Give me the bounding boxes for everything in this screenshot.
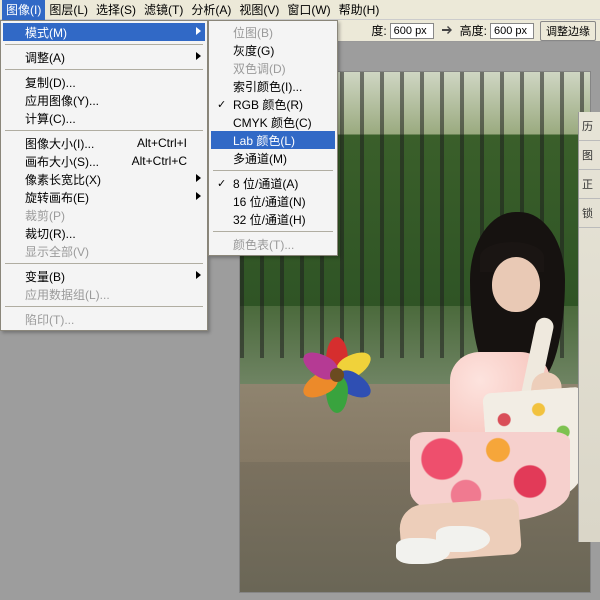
menu-item-label: 双色调(D) [233,60,286,77]
photo-pinwheel [298,336,376,414]
menu-item-variables[interactable]: 变量(B) [3,267,205,285]
menu-item-label: 显示全部(V) [25,243,89,260]
menu-item-mode[interactable]: 模式(M) [3,23,205,41]
mode-item-bitmap: 位图(B) [211,23,335,41]
mode-item-8bit[interactable]: ✓ 8 位/通道(A) [211,174,335,192]
menu-item-trap: 陷印(T)... [3,310,205,328]
mode-item-multichannel[interactable]: 多通道(M) [211,149,335,167]
menu-item-label: 裁剪(P) [25,207,65,224]
mode-item-duotone: 双色调(D) [211,59,335,77]
menu-item-label: 位图(B) [233,24,273,41]
menu-item-label: 调整(A) [25,49,65,66]
menu-separator [5,130,203,131]
mode-item-grayscale[interactable]: 灰度(G) [211,41,335,59]
image-menu: 模式(M) 调整(A) 复制(D)... 应用图像(Y)... 计算(C)...… [0,20,208,331]
menu-item-rotate-canvas[interactable]: 旋转画布(E) [3,188,205,206]
menu-item-label: 多通道(M) [233,150,287,167]
menu-item-label: 8 位/通道(A) [233,175,298,192]
submenu-arrow-icon [196,174,201,182]
side-panels: 历 图 正 锁 [578,112,600,542]
menu-item-label: 颜色表(T)... [233,236,294,253]
menu-separator [5,263,203,264]
panel-layers[interactable]: 图 [579,141,600,170]
refine-edge-button[interactable]: 调整边缘 [540,21,596,41]
menu-help[interactable]: 帮助(H) [335,0,384,20]
panel-normal[interactable]: 正 [579,170,600,199]
menu-item-label: 像素长宽比(X) [25,171,101,188]
menu-item-image-size[interactable]: 图像大小(I)... Alt+Ctrl+I [3,134,205,152]
menu-item-calculations[interactable]: 计算(C)... [3,109,205,127]
mode-item-lab[interactable]: Lab 颜色(L) [211,131,335,149]
mode-submenu: 位图(B) 灰度(G) 双色调(D) 索引颜色(I)... ✓ RGB 颜色(R… [208,20,338,256]
menu-window[interactable]: 窗口(W) [283,0,334,20]
menu-separator [213,170,333,171]
submenu-arrow-icon [196,192,201,200]
menu-select[interactable]: 选择(S) [92,0,140,20]
menu-item-pixel-ratio[interactable]: 像素长宽比(X) [3,170,205,188]
menu-item-label: 旋转画布(E) [25,189,89,206]
photo-subject [380,202,580,562]
check-icon: ✓ [217,177,226,190]
panel-history[interactable]: 历 [579,112,600,141]
mode-item-16bit[interactable]: 16 位/通道(N) [211,192,335,210]
submenu-arrow-icon [196,271,201,279]
menu-item-label: 图像大小(I)... [25,135,94,152]
mode-item-cmyk[interactable]: CMYK 颜色(C) [211,113,335,131]
menu-item-label: 索引颜色(I)... [233,78,302,95]
menu-item-trim[interactable]: 裁切(R)... [3,224,205,242]
menu-item-label: 计算(C)... [25,110,76,127]
menu-separator [5,306,203,307]
menu-item-label: 灰度(G) [233,42,274,59]
menu-layer[interactable]: 图层(L) [45,0,92,20]
mode-item-indexed[interactable]: 索引颜色(I)... [211,77,335,95]
menu-shortcut: Alt+Ctrl+C [108,154,187,168]
menu-view[interactable]: 视图(V) [235,0,283,20]
mode-item-color-table: 颜色表(T)... [211,235,335,253]
menu-item-label: 模式(M) [25,24,67,41]
menu-item-label: 裁切(R)... [25,225,76,242]
menu-item-label: 应用图像(Y)... [25,92,99,109]
menu-item-adjust[interactable]: 调整(A) [3,48,205,66]
menu-item-label: 画布大小(S)... [25,153,99,170]
menu-item-apply-image[interactable]: 应用图像(Y)... [3,91,205,109]
menu-item-label: CMYK 颜色(C) [233,114,312,131]
menu-item-label: 16 位/通道(N) [233,193,306,210]
menu-item-canvas-size[interactable]: 画布大小(S)... Alt+Ctrl+C [3,152,205,170]
menu-analysis[interactable]: 分析(A) [187,0,235,20]
menu-item-label: 复制(D)... [25,74,76,91]
swap-dimensions-icon[interactable] [440,24,454,38]
width-field: 度: [371,22,433,39]
submenu-arrow-icon [196,52,201,60]
menu-item-crop: 裁剪(P) [3,206,205,224]
panel-lock[interactable]: 锁 [579,199,600,228]
menu-item-apply-data-sets: 应用数据组(L)... [3,285,205,303]
check-icon: ✓ [217,98,226,111]
menu-separator [5,44,203,45]
menu-item-label: 变量(B) [25,268,65,285]
width-input[interactable] [390,23,434,39]
menu-item-label: 陷印(T)... [25,311,74,328]
mode-item-32bit[interactable]: 32 位/通道(H) [211,210,335,228]
menubar: 图像(I) 图层(L) 选择(S) 滤镜(T) 分析(A) 视图(V) 窗口(W… [0,0,600,20]
submenu-arrow-icon [196,27,201,35]
mode-item-rgb[interactable]: ✓ RGB 颜色(R) [211,95,335,113]
menu-filter[interactable]: 滤镜(T) [140,0,187,20]
menu-image[interactable]: 图像(I) [2,0,45,20]
width-label: 度: [371,22,386,39]
height-field: 高度: [460,22,534,39]
menu-item-label: Lab 颜色(L) [233,132,295,149]
menu-item-label: RGB 颜色(R) [233,96,303,113]
menu-item-label: 32 位/通道(H) [233,211,306,228]
menu-item-duplicate[interactable]: 复制(D)... [3,73,205,91]
menu-item-reveal-all: 显示全部(V) [3,242,205,260]
menu-shortcut: Alt+Ctrl+I [113,136,187,150]
menu-item-label: 应用数据组(L)... [25,286,110,303]
menu-separator [5,69,203,70]
height-input[interactable] [490,23,534,39]
menu-separator [213,231,333,232]
height-label: 高度: [460,22,487,39]
